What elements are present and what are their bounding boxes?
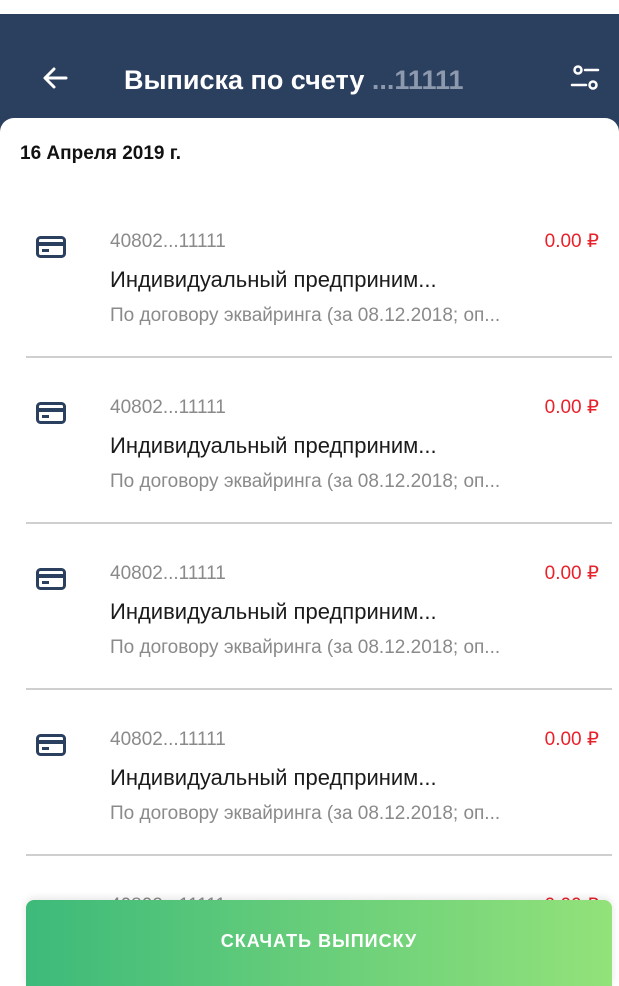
transaction-item[interactable]: 40802...11111 0.00 ₽ Индивидуальный пред…: [0, 450, 619, 690]
title-text: Выписка по счету: [124, 65, 365, 95]
statement-list: 16 Апреля 2019 г. 40802...11111 0.00 ₽ И…: [0, 118, 619, 980]
back-button[interactable]: [36, 58, 76, 98]
filter-sliders-icon: [570, 65, 600, 90]
transaction-amount: 0.00 ₽: [544, 563, 599, 584]
transaction-item[interactable]: 40802...11111 0.00 ₽ Индивидуальный пред…: [0, 118, 619, 358]
transaction-item[interactable]: 40802...11111 0.00 ₽ Индивидуальный пред…: [0, 284, 619, 524]
transaction-item[interactable]: 40802...11111 0.00 ₽ Индивидуальный пред…: [0, 616, 619, 856]
transaction-account: 40802...11111: [110, 729, 226, 750]
transaction-amount: 0.00 ₽: [544, 729, 599, 750]
card-icon: [36, 236, 66, 258]
filter-button[interactable]: [568, 61, 602, 95]
download-statement-button[interactable]: СКАЧАТЬ ВЫПИСКУ: [26, 900, 612, 986]
card-icon: [36, 402, 66, 424]
card-icon: [36, 734, 66, 756]
app-header: Выписка по счету ...11111: [0, 14, 619, 134]
transaction-account: 40802...11111: [110, 563, 226, 584]
transaction-amount: 0.00 ₽: [544, 231, 599, 252]
title-account-suffix: ...11111: [364, 65, 464, 95]
arrow-left-icon: [43, 67, 68, 89]
page-title: Выписка по счету ...11111: [124, 64, 464, 96]
status-bar-area: [0, 0, 619, 14]
transaction-account: 40802...11111: [110, 231, 226, 252]
transaction-account: 40802...11111: [110, 397, 226, 418]
transaction-amount: 0.00 ₽: [544, 397, 599, 418]
download-button-label: СКАЧАТЬ ВЫПИСКУ: [220, 930, 418, 951]
card-icon: [36, 568, 66, 590]
